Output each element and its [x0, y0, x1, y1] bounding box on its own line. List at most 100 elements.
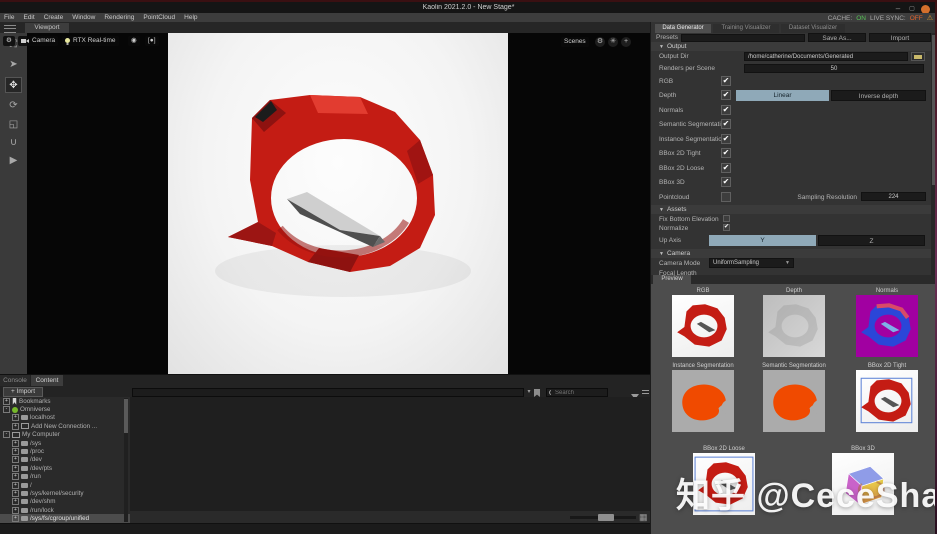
search-input[interactable] — [553, 388, 605, 397]
tree-scrollbar-thumb[interactable] — [124, 399, 128, 433]
expand-icon[interactable]: + — [12, 473, 19, 481]
expand-icon[interactable]: - — [3, 431, 10, 439]
rgb-checkbox[interactable] — [721, 76, 731, 86]
tab-viewport[interactable]: Viewport — [25, 23, 69, 33]
expand-icon[interactable]: + — [12, 506, 19, 514]
pointcloud-checkbox[interactable] — [721, 192, 731, 202]
viewport-canvas[interactable]: ⛶ ➤ ✥ ⟳ ◱ ∪ ▶ — [0, 33, 650, 374]
bbox2d-tight-checkbox[interactable] — [721, 148, 731, 158]
expand-icon[interactable]: + — [12, 515, 19, 523]
camera-mode-dropdown[interactable]: UniformSampling ▼ — [709, 258, 794, 268]
depth-inverse-button[interactable]: Inverse depth — [831, 90, 926, 101]
tree-item[interactable]: + / — [0, 481, 130, 489]
thumbnail-size-slider-handle[interactable] — [598, 514, 614, 521]
tree-item[interactable]: + /proc — [0, 447, 130, 456]
tree-item[interactable]: + /dev/pts — [0, 464, 130, 472]
depth-checkbox[interactable] — [721, 90, 731, 100]
scene-settings-icon[interactable]: ⚙ — [595, 37, 605, 47]
fix-bottom-elevation-checkbox[interactable] — [723, 215, 730, 222]
normalize-checkbox[interactable] — [723, 224, 730, 231]
menu-edit[interactable]: Edit — [23, 14, 34, 21]
bbox2d-loose-checkbox[interactable] — [721, 163, 731, 173]
tab-content[interactable]: Content — [31, 375, 63, 386]
menu-rendering[interactable]: Rendering — [104, 14, 134, 21]
snap-tool-icon[interactable]: ∪ — [5, 135, 22, 151]
move-tool-icon[interactable]: ✥ — [5, 77, 22, 93]
expand-icon[interactable]: + — [12, 439, 19, 447]
tree-item[interactable]: + /run/lock — [0, 506, 130, 514]
import-preset-button[interactable]: Import — [869, 33, 931, 42]
expand-icon[interactable]: + — [12, 498, 19, 506]
preview-thumb-depth[interactable] — [763, 295, 825, 357]
tab-data-generator[interactable]: Data Generator — [655, 24, 711, 33]
tree-item[interactable]: + /dev/shm — [0, 498, 130, 506]
tab-preview[interactable]: Preview — [653, 275, 691, 284]
assets-section-header[interactable]: ▼ Assets — [651, 205, 936, 214]
scene-add-icon[interactable]: + — [621, 37, 631, 47]
path-address-bar[interactable] — [132, 388, 524, 397]
up-axis-z-button[interactable]: Z — [818, 235, 925, 246]
save-as-button[interactable]: Save As... — [808, 33, 866, 42]
menu-pointcloud[interactable]: PointCloud — [143, 14, 175, 21]
tree-item[interactable]: - My Computer — [0, 431, 130, 439]
output-dir-field[interactable]: /home/catherine/Documents/Generated — [744, 52, 908, 61]
tree-item[interactable]: + localhost — [0, 414, 130, 422]
rotate-tool-icon[interactable]: ⟳ — [5, 98, 22, 114]
tab-console[interactable]: Console — [0, 375, 30, 386]
up-axis-y-button[interactable]: Y — [709, 235, 816, 246]
menu-window[interactable]: Window — [72, 14, 95, 21]
expand-icon[interactable]: + — [12, 422, 19, 430]
eye-visibility-icon[interactable]: ◉ — [128, 36, 140, 46]
select-cursor-icon[interactable]: ➤ — [5, 57, 22, 73]
preview-thumb-normals[interactable] — [856, 295, 918, 357]
bbox3d-checkbox[interactable] — [721, 177, 731, 187]
menu-create[interactable]: Create — [44, 14, 64, 21]
play-icon[interactable]: ▶ — [5, 153, 22, 169]
output-section-header[interactable]: ▼ Output — [651, 42, 936, 51]
scale-tool-icon[interactable]: ◱ — [5, 117, 22, 133]
tree-item[interactable]: + /sys/kernel/security — [0, 489, 130, 497]
viewport-settings-menu[interactable]: ⚙ — [3, 36, 15, 46]
path-dropdown-icon[interactable]: ▾ — [525, 388, 533, 397]
search-box[interactable] — [546, 388, 608, 397]
preview-thumb-bbox2d-tight[interactable] — [856, 370, 918, 432]
expand-icon[interactable]: + — [12, 481, 19, 489]
scene-light-icon[interactable]: ✳ — [608, 37, 618, 47]
preview-thumb-instance-seg[interactable] — [672, 370, 734, 432]
maximize-button[interactable]: ▢ — [907, 5, 917, 13]
tree-item[interactable]: + Bookmarks — [0, 397, 130, 405]
scenes-button[interactable]: Scenes — [561, 37, 589, 47]
render-area[interactable] — [168, 33, 508, 374]
expand-icon[interactable]: + — [12, 489, 19, 497]
preview-thumb-semantic-seg[interactable] — [763, 370, 825, 432]
renders-per-scene-field[interactable]: 50 — [744, 64, 924, 73]
menu-help[interactable]: Help — [184, 14, 197, 21]
sampling-resolution-field[interactable]: 224 — [861, 192, 926, 201]
depth-linear-button[interactable]: Linear — [736, 90, 829, 101]
browse-folder-button[interactable] — [911, 52, 925, 61]
minimize-button[interactable]: – — [893, 5, 903, 13]
presets-dropdown[interactable] — [681, 34, 805, 42]
tree-item[interactable]: - Omniverse — [0, 405, 130, 414]
semantic-seg-checkbox[interactable] — [721, 119, 731, 129]
expand-icon[interactable]: - — [3, 406, 10, 414]
expand-icon[interactable]: + — [3, 397, 10, 405]
import-button[interactable]: + Import — [3, 387, 43, 397]
camera-section-header[interactable]: ▼ Camera — [651, 249, 936, 258]
tab-dataset-visualizer[interactable]: Dataset Visualizer — [781, 24, 845, 33]
expand-icon[interactable]: + — [12, 414, 19, 422]
camera-menu[interactable]: Camera — [18, 36, 59, 46]
tree-item[interactable]: + Add New Connection ... — [0, 422, 130, 430]
renderer-menu[interactable]: RTX Real-time — [62, 36, 119, 46]
normals-checkbox[interactable] — [721, 105, 731, 115]
expand-icon[interactable]: + — [12, 464, 19, 472]
preview-thumb-rgb[interactable] — [672, 295, 734, 357]
tab-menu-icon[interactable] — [4, 25, 16, 33]
expand-icon[interactable]: + — [12, 448, 19, 456]
tab-training-visualizer[interactable]: Training Visualizer — [713, 24, 779, 33]
expand-icon[interactable]: + — [12, 456, 19, 464]
tree-item[interactable]: + /sys — [0, 439, 130, 447]
tree-item-selected[interactable]: + /sys/fs/cgroup/unified — [0, 514, 130, 523]
menu-file[interactable]: File — [4, 14, 14, 21]
grid-view-icon[interactable]: ▦ — [639, 513, 648, 522]
